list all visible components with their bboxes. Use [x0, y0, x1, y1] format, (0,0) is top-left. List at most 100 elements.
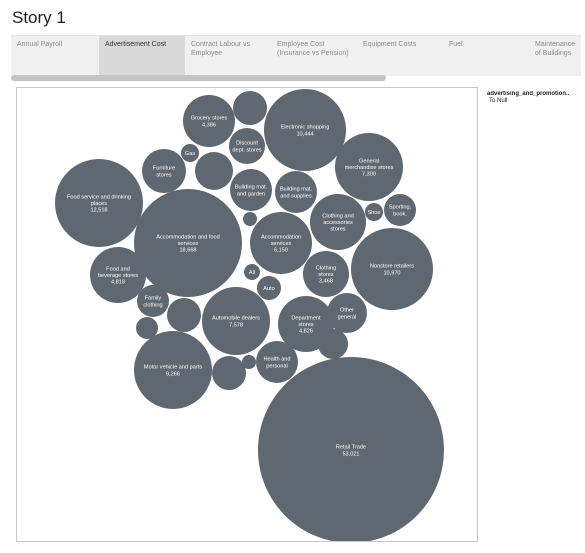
- bubble-label: accessories: [323, 220, 353, 226]
- bubble[interactable]: Building mat.and supplies: [275, 171, 317, 213]
- story-point-employee-cost[interactable]: Employee Cost (Insurance vs Pension): [271, 36, 357, 76]
- story-point-contract-labour[interactable]: Contract Labour vs Employee: [185, 36, 271, 76]
- legend-value: To Null: [489, 98, 508, 104]
- bubble-label: general: [338, 314, 357, 320]
- bubble-label: Other: [340, 308, 354, 314]
- bubble[interactable]: Clothing andaccessoriesstores: [310, 194, 366, 250]
- bubble-value: 10,970: [383, 270, 400, 276]
- bubble[interactable]: [243, 212, 257, 226]
- bubble-circle[interactable]: [195, 152, 233, 190]
- bubble[interactable]: Auto: [257, 276, 281, 300]
- story-point-advertisement-cost[interactable]: Advertisement Cost: [99, 36, 185, 76]
- bubble-label: Accommodation: [261, 234, 301, 240]
- bubble[interactable]: Shoe: [365, 203, 383, 221]
- bubble-value: 6,150: [274, 248, 288, 254]
- bubble-label: beverage stores: [98, 273, 138, 279]
- bubble[interactable]: Gas: [181, 144, 199, 162]
- story-point-equipment-costs[interactable]: Equipment Costs: [357, 36, 443, 76]
- bubble-label: merchandise stores: [345, 165, 394, 171]
- story-navigator: Annual Payroll Advertisement Cost Contra…: [11, 35, 581, 76]
- bubble[interactable]: Discountdept. stores: [229, 128, 265, 164]
- bubble-value: 3,468: [319, 279, 333, 285]
- bubble-label: and garden: [237, 191, 265, 197]
- bubble[interactable]: Accommodation and foodservices18,668: [134, 189, 242, 297]
- legend-title: advertising_and_promotion..: [487, 91, 570, 97]
- bubble[interactable]: [195, 152, 233, 190]
- bubble[interactable]: Clothingstores3,468: [303, 251, 349, 297]
- bubble-value: 53,021: [342, 451, 359, 457]
- bubble[interactable]: [242, 355, 256, 369]
- bubble-label: Sporting,: [389, 205, 412, 211]
- bubble-label: services: [178, 241, 199, 247]
- bubble[interactable]: Automobile dealers7,578: [202, 287, 270, 355]
- bubble[interactable]: All: [244, 264, 260, 280]
- bubble[interactable]: Grocery stores4,386: [183, 95, 235, 147]
- bubble[interactable]: Generalmerchandise stores7,300: [335, 133, 403, 201]
- story-title: Story 1: [12, 8, 66, 27]
- bubble[interactable]: [167, 298, 201, 332]
- bubble-label: places: [91, 201, 107, 207]
- story-point-maintenance[interactable]: Maintenance of Buildings: [529, 36, 581, 76]
- bubble-label: Clothing: [316, 265, 337, 271]
- bubble-label: Gas: [185, 151, 195, 157]
- color-legend: advertising_and_promotion.. To Null: [487, 91, 583, 105]
- bubble-label: General: [359, 158, 379, 164]
- bubble-circle[interactable]: [212, 356, 246, 390]
- bubble-value: 12,518: [90, 208, 107, 214]
- bubble-value: 4,386: [202, 122, 216, 128]
- bubble-label: clothing: [143, 302, 162, 308]
- bubble-label: Accommodation and food: [156, 234, 219, 240]
- bubble[interactable]: Nonstore retailers10,970: [351, 228, 433, 310]
- bubble-circle[interactable]: [167, 298, 201, 332]
- bubble-label: stores: [298, 322, 313, 328]
- bubble-label: Furniture: [153, 166, 175, 172]
- bubble-label: Motor vehicle and parts: [144, 365, 202, 371]
- bubble-label: Health and: [263, 357, 290, 363]
- bubble-label: personal: [266, 363, 287, 369]
- bubble-label: Retail Trade: [336, 445, 366, 451]
- bubble-label: Clothing and: [322, 213, 353, 219]
- bubble-label: Food service and drinking: [67, 194, 131, 200]
- bubble-label: Automobile dealers: [212, 316, 260, 322]
- bubble[interactable]: [212, 356, 246, 390]
- bubble-label: Nonstore retailers: [370, 264, 414, 270]
- bubble-label: services: [271, 241, 292, 247]
- bubble[interactable]: Retail Trade53,021: [258, 357, 444, 541]
- bubble-circle[interactable]: [318, 329, 348, 359]
- story-tabs-scrollbar[interactable]: [11, 75, 386, 81]
- bubble[interactable]: Health andpersonal: [256, 341, 298, 383]
- bubble-value: 4,818: [111, 280, 125, 286]
- bubble-label: dept. stores: [232, 147, 261, 153]
- bubble-label: Building mat.: [280, 187, 313, 193]
- bubble[interactable]: Othergeneral: [327, 293, 367, 333]
- bubble-label: Building mat.: [235, 185, 268, 191]
- bubble-label: Department: [291, 315, 321, 321]
- bubble-value: 7,300: [362, 172, 376, 178]
- bubble-circle[interactable]: [233, 91, 267, 125]
- bubble-label: and supplies: [280, 193, 312, 199]
- bubble[interactable]: Electronic shopping10,444: [264, 89, 346, 171]
- bubble[interactable]: Food andbeverage stores4,818: [90, 247, 146, 303]
- bubble-label: All: [249, 270, 255, 276]
- bubble-circle[interactable]: [243, 212, 257, 226]
- bubble[interactable]: Familyclothing: [137, 285, 169, 317]
- bubble-value: 4,826: [299, 329, 313, 335]
- bubble[interactable]: [233, 91, 267, 125]
- bubble[interactable]: [318, 329, 348, 359]
- bubble[interactable]: Furniturestores: [142, 149, 186, 193]
- bubble-label: stores: [330, 227, 345, 233]
- story-point-annual-payroll[interactable]: Annual Payroll: [11, 36, 99, 76]
- bubble[interactable]: Food service and drinkingplaces12,518: [55, 159, 143, 247]
- bubble-label: Shoe: [367, 210, 380, 216]
- bubble-label: stores: [318, 272, 333, 278]
- bubble-circle[interactable]: [242, 355, 256, 369]
- bubble-label: Grocery stores: [191, 116, 228, 122]
- story-point-fuel[interactable]: Fuel: [443, 36, 529, 76]
- bubble[interactable]: Accommodationservices6,150: [250, 212, 312, 274]
- bubble[interactable]: Motor vehicle and parts9,266: [134, 331, 212, 409]
- bubble-label: stores: [156, 172, 171, 178]
- bubble[interactable]: Building mat.and garden: [230, 169, 272, 211]
- bubble-chart: Grocery stores4,386 Electronic shopping10…: [55, 89, 444, 541]
- bubble[interactable]: Sporting,book,: [384, 194, 416, 226]
- bubble-label: Electronic shopping: [281, 125, 330, 131]
